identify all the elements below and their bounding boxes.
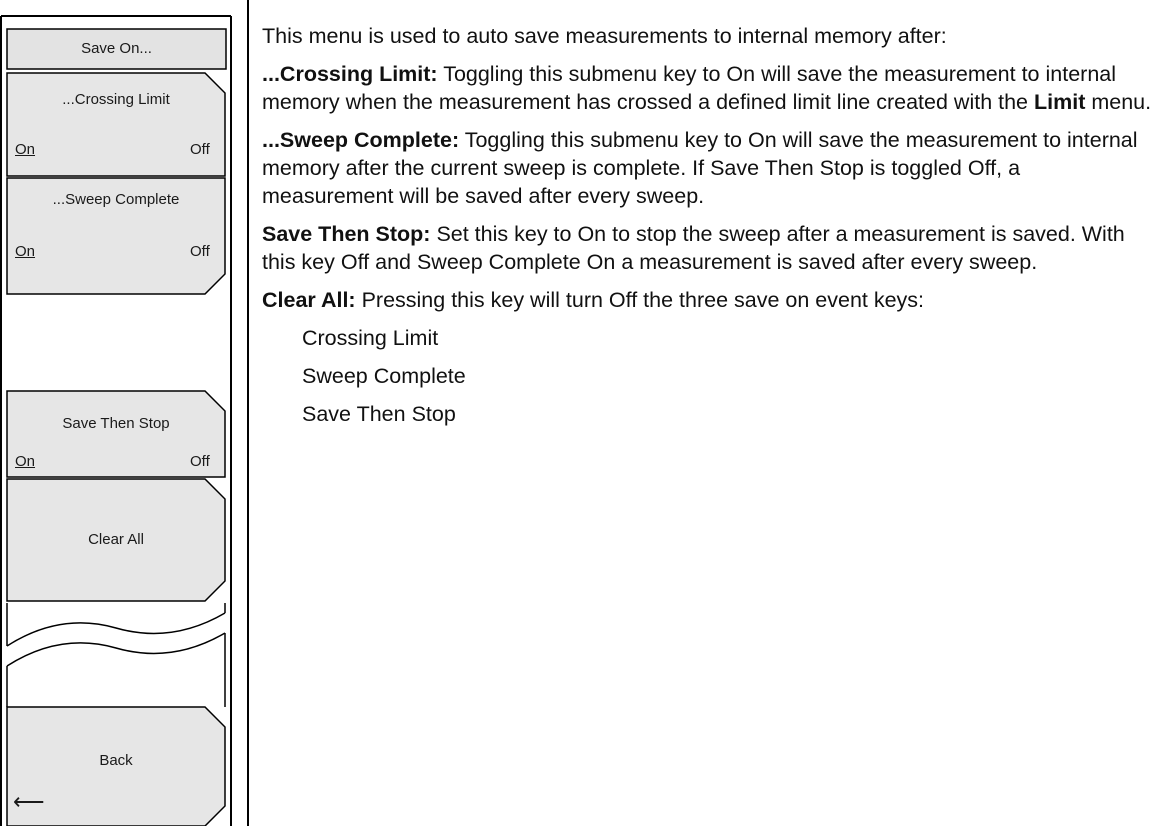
sweep-complete-key[interactable]: ...Sweep Complete On Off — [7, 178, 225, 294]
limit-term: Limit — [1034, 90, 1086, 114]
clear-all-description: Clear All: Pressing this key will turn O… — [262, 288, 925, 312]
save-then-stop-on: On — [15, 453, 36, 470]
list-item: Crossing Limit — [302, 326, 439, 350]
sweep-complete-term: ...Sweep Complete: — [262, 128, 460, 152]
menu-title: Save On... — [81, 40, 152, 57]
crossing-limit-term: ...Crossing Limit: — [262, 62, 438, 86]
intro-text: This menu is used to auto save measureme… — [262, 24, 947, 48]
back-label: Back — [99, 752, 133, 769]
crossing-limit-label: ...Crossing Limit — [62, 91, 170, 108]
clear-all-label: Clear All — [88, 531, 144, 548]
list-item: Save Then Stop — [302, 402, 456, 426]
crossing-limit-key[interactable]: ...Crossing Limit On Off — [7, 73, 225, 176]
clear-all-key[interactable]: Clear All — [7, 479, 225, 601]
save-then-stop-description: Save Then Stop: Set this key to On to st… — [262, 222, 1125, 274]
soft-key-menu: Save On... ...Crossing Limit On Off ...S… — [0, 0, 248, 826]
list-item: Sweep Complete — [302, 364, 466, 388]
description-panel: This menu is used to auto save measureme… — [262, 22, 1152, 438]
crossing-limit-off: Off — [190, 141, 210, 158]
sweep-complete-label: ...Sweep Complete — [52, 191, 180, 208]
sweep-complete-off: Off — [190, 243, 210, 260]
sweep-complete-description: ...Sweep Complete: Toggling this submenu… — [262, 128, 1138, 208]
sweep-complete-on: On — [15, 243, 36, 260]
column-divider — [247, 0, 249, 826]
save-then-stop-label: Save Then Stop — [62, 415, 170, 432]
back-key[interactable]: Back ⟵ — [7, 707, 225, 826]
crossing-limit-description: ...Crossing Limit: Toggling this submenu… — [262, 62, 1152, 114]
save-then-stop-key[interactable]: Save Then Stop On Off — [7, 391, 225, 477]
crossing-limit-on: On — [15, 141, 36, 158]
save-then-stop-term: Save Then Stop: — [262, 222, 431, 246]
back-arrow-icon: ⟵ — [13, 789, 45, 814]
clear-all-term: Clear All: — [262, 288, 356, 312]
save-then-stop-off: Off — [190, 453, 210, 470]
